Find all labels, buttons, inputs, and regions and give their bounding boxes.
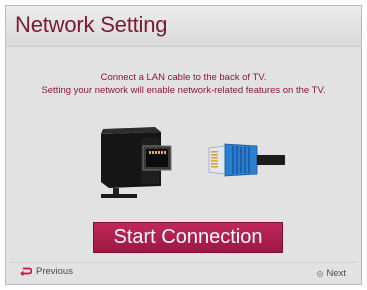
instruction-text: Connect a LAN cable to the back of TV. S… xyxy=(6,71,361,97)
instruction-line-1: Connect a LAN cable to the back of TV. xyxy=(100,72,267,83)
instruction-line-2: Setting your network will enable network… xyxy=(41,85,326,96)
start-connection-button[interactable]: Start Connection xyxy=(93,222,283,253)
return-arrow-icon xyxy=(20,267,32,276)
network-setting-dialog: Network Setting Connect a LAN cable to t… xyxy=(5,5,362,285)
ok-button-icon xyxy=(317,270,324,277)
footer-divider xyxy=(10,262,357,263)
title-bar: Network Setting xyxy=(6,6,361,47)
previous-label: Previous xyxy=(36,266,73,277)
dialog-title: Network Setting xyxy=(15,12,168,37)
lan-connection-illustration xyxy=(101,127,285,198)
next-button[interactable]: Next xyxy=(317,268,346,279)
lan-cable-connector-icon xyxy=(208,143,285,177)
previous-button[interactable]: Previous xyxy=(20,266,73,277)
next-label: Next xyxy=(326,268,346,279)
tv-lan-port-icon xyxy=(101,127,172,198)
